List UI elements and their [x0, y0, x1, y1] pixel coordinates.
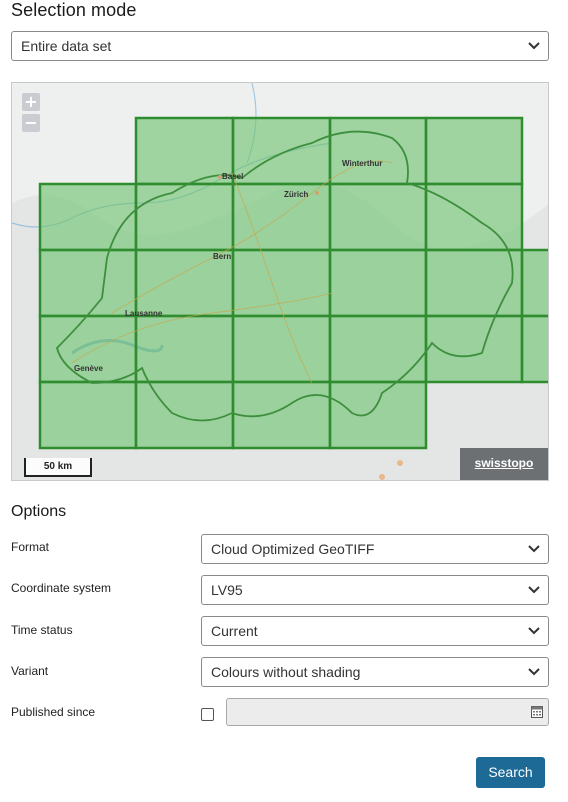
swisstopo-link[interactable]: swisstopo	[460, 448, 548, 480]
chevron-down-icon	[528, 586, 540, 594]
coordinate-system-value: LV95	[211, 582, 243, 598]
calendar-icon[interactable]	[531, 705, 543, 718]
coordinate-system-label: Coordinate system	[11, 581, 112, 595]
variant-label: Variant	[11, 664, 49, 678]
city-label-bern: Bern	[213, 252, 232, 261]
format-value: Cloud Optimized GeoTIFF	[211, 541, 375, 557]
format-label: Format	[11, 540, 50, 554]
time-status-select[interactable]: Current	[201, 616, 549, 646]
variant-select[interactable]: Colours without shading	[201, 657, 549, 687]
scale-bar: 50 km	[24, 458, 92, 477]
selection-mode-heading: Selection mode	[11, 0, 137, 20]
published-since-date-input[interactable]	[226, 698, 549, 726]
chevron-down-icon	[528, 627, 540, 635]
coordinate-system-select[interactable]: LV95	[201, 575, 549, 605]
city-label-zurich: Zürich	[284, 190, 309, 199]
city-label-geneve: Genève	[74, 364, 103, 373]
map-view[interactable]: Basel Winterthur Zürich Bern Lausanne Ge…	[11, 82, 549, 481]
published-since-checkbox[interactable]	[201, 708, 214, 721]
zoom-out-button[interactable]: −	[22, 114, 40, 132]
format-select[interactable]: Cloud Optimized GeoTIFF	[201, 534, 549, 564]
time-status-value: Current	[211, 623, 258, 639]
time-status-label: Time status	[11, 623, 73, 637]
chevron-down-icon	[528, 42, 540, 50]
city-label-lausanne: Lausanne	[125, 309, 163, 318]
selection-mode-select[interactable]: Entire data set	[11, 31, 549, 61]
options-heading: Options	[11, 503, 67, 520]
published-since-label: Published since	[11, 705, 96, 719]
selection-mode-value: Entire data set	[21, 38, 112, 54]
city-label-winterthur: Winterthur	[342, 159, 383, 168]
city-label-basel: Basel	[222, 172, 244, 181]
map-canvas	[12, 83, 548, 480]
search-button[interactable]: Search	[476, 757, 545, 788]
chevron-down-icon	[528, 668, 540, 676]
zoom-in-button[interactable]: +	[22, 93, 40, 111]
chevron-down-icon	[528, 545, 540, 553]
variant-value: Colours without shading	[211, 664, 361, 680]
